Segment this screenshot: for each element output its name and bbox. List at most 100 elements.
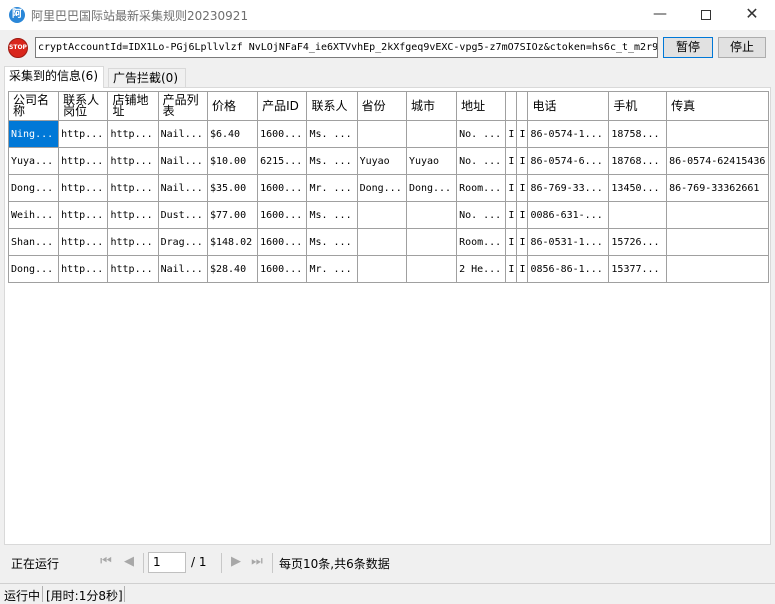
table-cell[interactable]: Dong... [7, 174, 60, 202]
table-cell[interactable]: Yuyao [405, 147, 458, 175]
column-header[interactable]: 公司名称 [7, 91, 60, 121]
table-cell[interactable]: Room... [456, 174, 507, 202]
column-header[interactable]: 联系人岗位 [58, 91, 109, 121]
column-header[interactable]: 店铺地址 [107, 91, 159, 121]
table-cell[interactable]: I [516, 255, 529, 283]
table-cell[interactable]: Ms. ... [306, 201, 358, 229]
table-row[interactable]: Dong... http... http... Nail... $35.00 1600..… [7, 174, 769, 202]
table-cell[interactable]: 2 He... [456, 255, 507, 283]
table-cell[interactable]: http... [58, 201, 109, 229]
table-cell[interactable]: Room... [456, 228, 507, 256]
table-cell[interactable]: Nail... [157, 120, 208, 148]
table-cell[interactable]: http... [58, 174, 109, 202]
table-cell[interactable]: 18768... [608, 147, 668, 175]
table-cell[interactable] [356, 228, 407, 256]
table-cell[interactable] [666, 228, 769, 256]
table-cell[interactable] [666, 201, 769, 229]
column-header[interactable]: 手机 [608, 91, 668, 121]
column-header[interactable]: 城市 [405, 91, 458, 121]
column-header[interactable]: 传真 [666, 91, 769, 121]
column-header[interactable]: 电话 [527, 91, 610, 121]
tab-collected-info[interactable]: 采集到的信息(6) [4, 66, 104, 88]
table-cell[interactable]: Dust... [157, 201, 208, 229]
table-cell[interactable]: $6.40 [206, 120, 259, 148]
table-cell[interactable]: 0086-631-... [527, 201, 610, 229]
table-cell[interactable]: I [516, 228, 529, 256]
data-grid-area[interactable]: 公司名称 联系人岗位 店铺地址 产品列表 价格 产品ID 联系人 省份 城市 地址 电话 手机 传真 N… [7, 91, 769, 543]
table-cell[interactable]: Nail... [157, 174, 208, 202]
table-cell[interactable]: I [505, 120, 518, 148]
table-cell[interactable]: $10.00 [206, 147, 259, 175]
table-cell[interactable]: 1600... [257, 255, 308, 283]
close-button[interactable]: ✕ [729, 0, 775, 30]
table-cell[interactable]: http... [107, 201, 159, 229]
table-cell[interactable]: http... [107, 228, 159, 256]
table-cell[interactable]: Dong... [7, 255, 60, 283]
table-cell[interactable]: 15726... [608, 228, 668, 256]
table-cell[interactable]: I [516, 201, 529, 229]
table-cell[interactable]: 13450... [608, 174, 668, 202]
table-cell[interactable]: I [505, 201, 518, 229]
table-cell[interactable]: I [505, 174, 518, 202]
table-cell[interactable]: No. ... [456, 201, 507, 229]
table-cell[interactable]: 86-0574-1... [527, 120, 610, 148]
table-cell[interactable]: 15377... [608, 255, 668, 283]
table-cell[interactable]: I [505, 255, 518, 283]
table-cell[interactable] [405, 255, 458, 283]
table-cell[interactable]: $148.02 [206, 228, 259, 256]
table-cell[interactable]: Mr. ... [306, 255, 358, 283]
table-cell[interactable]: Drag... [157, 228, 208, 256]
table-cell[interactable] [666, 255, 769, 283]
table-row[interactable]: Weih... http... http... Dust... $77.00 1600..… [7, 201, 769, 229]
table-cell[interactable]: http... [58, 120, 109, 148]
table-cell[interactable]: http... [58, 147, 109, 175]
table-cell[interactable]: 86-769-33362661 [666, 174, 769, 202]
table-cell[interactable]: I [505, 147, 518, 175]
table-cell[interactable]: http... [58, 228, 109, 256]
table-cell[interactable]: Dong... [405, 174, 458, 202]
table-cell[interactable]: http... [107, 147, 159, 175]
column-header[interactable]: 联系人 [306, 91, 358, 121]
table-cell[interactable]: Ms. ... [306, 120, 358, 148]
column-header[interactable]: 价格 [206, 91, 259, 121]
table-cell[interactable]: No. ... [456, 147, 507, 175]
table-cell[interactable]: I [516, 147, 529, 175]
url-input[interactable]: cryptAccountId=IDX1Lo-PGj6Lpllvlzf NvLOj… [35, 37, 658, 58]
table-cell[interactable]: 1600... [257, 120, 308, 148]
last-page-icon[interactable]: ⏭ [249, 554, 265, 570]
column-header[interactable]: 产品列表 [157, 91, 208, 121]
table-cell[interactable]: Ning... [7, 120, 60, 148]
next-page-icon[interactable]: ▶ [228, 554, 244, 570]
table-cell[interactable]: Yuyao [356, 147, 407, 175]
table-cell[interactable]: 86-0574-62415436 [666, 147, 769, 175]
table-row[interactable]: Ning... http... http... Nail... $6.40 1600...… [7, 120, 769, 148]
table-cell[interactable]: http... [107, 174, 159, 202]
table-cell[interactable] [608, 201, 668, 229]
table-cell[interactable]: Ms. ... [306, 147, 358, 175]
table-cell[interactable]: Shan... [7, 228, 60, 256]
table-cell[interactable]: http... [58, 255, 109, 283]
table-cell[interactable]: 1600... [257, 228, 308, 256]
table-cell[interactable]: 1600... [257, 201, 308, 229]
column-header[interactable]: 地址 [456, 91, 507, 121]
table-cell[interactable]: 1600... [257, 174, 308, 202]
table-cell[interactable]: Nail... [157, 147, 208, 175]
table-row[interactable]: Dong... http... http... Nail... $28.40 1600..… [7, 255, 769, 283]
table-cell[interactable]: Yuya... [7, 147, 60, 175]
column-header[interactable]: 省份 [356, 91, 407, 121]
minimize-button[interactable]: — [637, 0, 683, 30]
tab-ad-block[interactable]: 广告拦截(0) [108, 68, 186, 88]
table-cell[interactable] [356, 255, 407, 283]
column-header[interactable] [505, 91, 518, 121]
table-cell[interactable]: I [505, 228, 518, 256]
table-cell[interactable]: 86-769-33... [527, 174, 610, 202]
table-cell[interactable] [405, 120, 458, 148]
table-cell[interactable] [405, 201, 458, 229]
table-cell[interactable]: 86-0531-1... [527, 228, 610, 256]
data-grid[interactable]: 公司名称 联系人岗位 店铺地址 产品列表 价格 产品ID 联系人 省份 城市 地址 电话 手机 传真 N… [7, 91, 769, 283]
table-cell[interactable]: Nail... [157, 255, 208, 283]
column-header[interactable]: 产品ID [257, 91, 308, 121]
table-cell[interactable]: 18758... [608, 120, 668, 148]
table-cell[interactable]: $28.40 [206, 255, 259, 283]
column-header[interactable] [516, 91, 529, 121]
